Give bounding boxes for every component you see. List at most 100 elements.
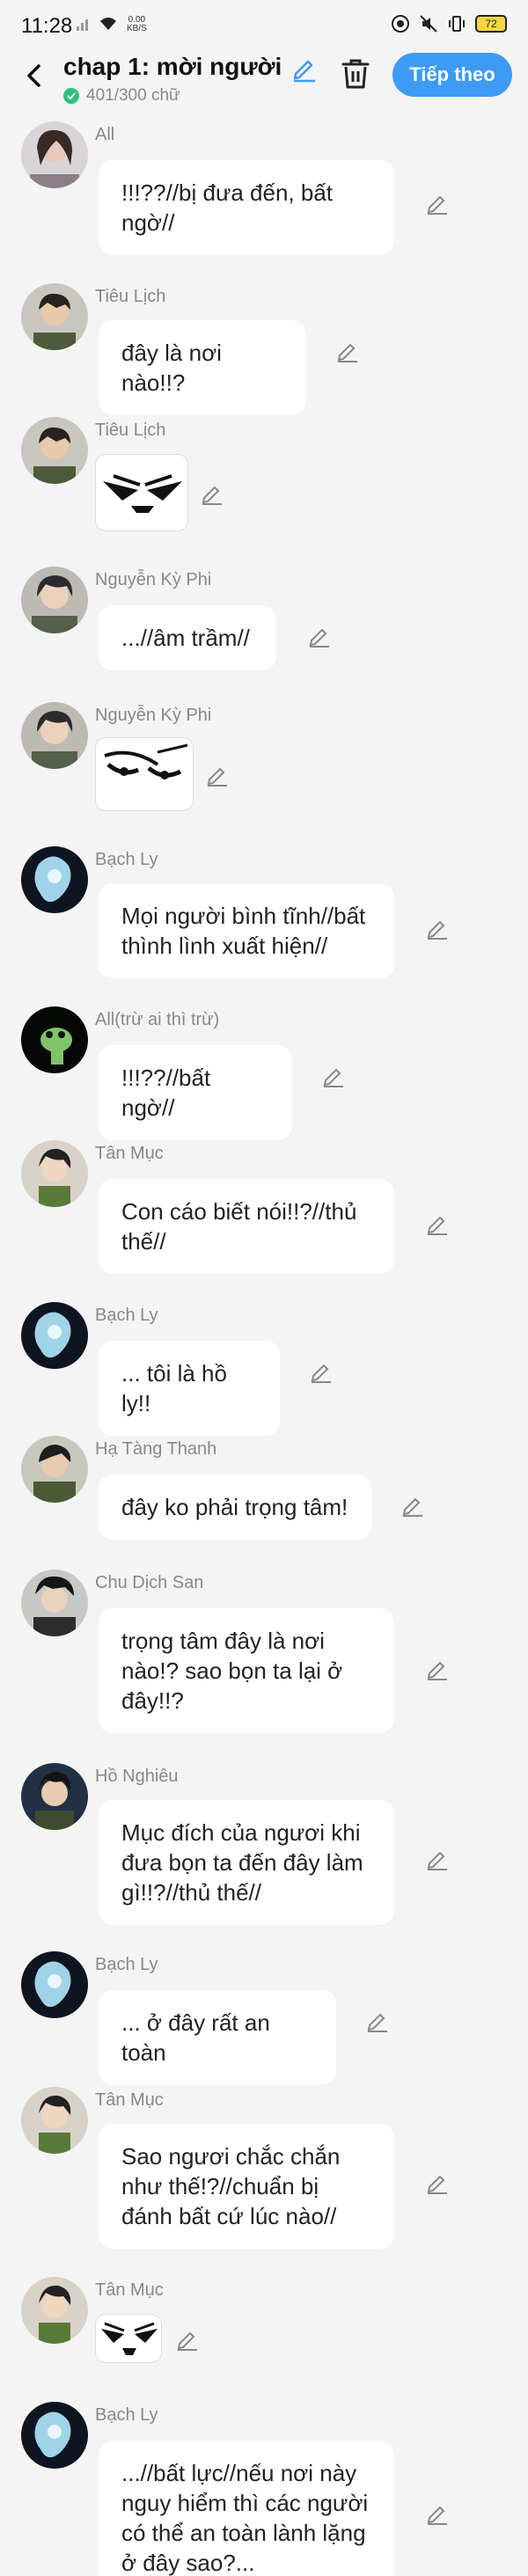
sender-name: Hồ Nghiêu <box>95 1767 179 1786</box>
pencil-icon <box>427 1661 447 1680</box>
edit-message-button[interactable] <box>400 1492 426 1519</box>
mute-icon <box>420 15 437 33</box>
message-bubble[interactable]: !!!??//bị đưa đến, bất ngờ// <box>99 160 394 255</box>
avatar[interactable] <box>21 567 88 633</box>
sender-name: Bạch Ly <box>95 850 158 869</box>
net-speed: 0.00 KB/S <box>127 15 147 33</box>
pencil-icon <box>293 60 315 83</box>
message-bubble[interactable]: !!!??//bất ngờ// <box>99 1045 292 1140</box>
message-bubble[interactable]: ... ở đây rất an toàn <box>99 1990 336 2085</box>
next-button[interactable]: Tiếp theo <box>392 53 512 97</box>
sender-name: Tiêu Lịch <box>95 421 166 440</box>
anime-eyes-sticker <box>103 474 182 513</box>
avatar[interactable] <box>21 1140 88 1207</box>
message-bubble[interactable]: Sao ngươi chắc chắn như thế!?//chuẩn bị … <box>99 2124 394 2249</box>
pencil-icon <box>337 343 357 362</box>
avatar[interactable] <box>21 121 88 188</box>
word-count-text: 401/300 chữ <box>86 86 180 105</box>
avatar[interactable] <box>21 1436 88 1503</box>
sender-name: Bạch Ly <box>95 1955 158 1974</box>
pencil-icon <box>323 1068 343 1087</box>
edit-message-button[interactable] <box>320 1063 347 1089</box>
sender-name: All <box>95 125 115 144</box>
chapter-title: chap 1: mời người ... <box>63 53 288 80</box>
sender-name: Bạch Ly <box>95 2405 158 2425</box>
trash-icon <box>341 59 370 89</box>
status-time: 11:28 <box>21 14 73 38</box>
message-bubble[interactable]: Mục đích của ngươi khi đưa bọn ta đến đâ… <box>99 1800 394 1925</box>
back-button[interactable] <box>19 58 48 93</box>
pencil-icon <box>427 2506 447 2525</box>
avatar[interactable] <box>21 417 88 484</box>
sender-name: Nguyễn Kỳ Phi <box>95 570 212 589</box>
edit-message-button[interactable] <box>424 190 451 216</box>
battery-indicator: 72 <box>475 15 507 33</box>
edit-message-button[interactable] <box>306 623 333 649</box>
edit-message-button[interactable] <box>424 1211 451 1237</box>
avatar[interactable] <box>21 2402 88 2469</box>
edit-message-button[interactable] <box>199 480 225 507</box>
status-bar: 11:28 0.00 KB/S 72 <box>0 0 528 53</box>
message-bubble[interactable]: Mọi người bình tĩnh//bất thình lình xuất… <box>99 883 394 978</box>
editor-header: chap 1: mời người ... 401/300 chữ Tiếp t… <box>0 46 528 106</box>
edit-message-button[interactable] <box>424 2500 451 2527</box>
edit-message-button[interactable] <box>334 338 361 364</box>
avatar[interactable] <box>21 2277 88 2344</box>
message-bubble[interactable]: trọng tâm đây là nơi nào!? sao bọn ta lạ… <box>99 1608 394 1733</box>
edit-message-button[interactable] <box>424 2170 451 2196</box>
pencil-icon <box>207 767 227 787</box>
avatar[interactable] <box>21 1951 88 2018</box>
avatar[interactable] <box>21 1763 88 1830</box>
sender-name: Hạ Tàng Thanh <box>95 1439 217 1459</box>
message-bubble[interactable]: đây là nơi nào!!? <box>99 320 306 415</box>
pencil-icon <box>202 486 222 505</box>
pencil-icon <box>427 920 447 940</box>
message-bubble[interactable]: ... tôi là hồ ly!! <box>99 1341 280 1436</box>
message-bubble[interactable]: ...//bất lực//nếu nơi này nguy hiểm thì … <box>99 2441 394 2576</box>
edit-message-button[interactable] <box>364 2008 391 2034</box>
edit-message-button[interactable] <box>424 1846 451 1872</box>
sticker-image[interactable] <box>95 2314 162 2363</box>
vibrate-icon <box>449 16 465 32</box>
pencil-icon <box>177 2331 197 2351</box>
avatar[interactable] <box>21 1570 88 1636</box>
avatar[interactable] <box>21 2087 88 2154</box>
pencil-icon <box>427 1851 447 1870</box>
anime-eyes-sticker <box>104 743 188 779</box>
anime-eyes-sticker <box>101 2322 158 2355</box>
pencil-icon <box>427 1216 447 1235</box>
sender-name: Chu Dịch San <box>95 1573 204 1592</box>
pencil-icon <box>367 2013 387 2032</box>
edit-message-button[interactable] <box>308 1358 334 1385</box>
edit-message-button[interactable] <box>174 2326 201 2353</box>
avatar[interactable] <box>21 702 88 769</box>
message-bubble[interactable]: Con cáo biết nói!!?//thủ thế// <box>99 1179 394 1274</box>
chevron-left-icon <box>27 64 40 87</box>
word-count: 401/300 chữ <box>63 86 180 106</box>
avatar[interactable] <box>21 283 88 350</box>
avatar[interactable] <box>21 1302 88 1369</box>
pencil-icon <box>309 628 329 648</box>
sender-name: Tiêu Lịch <box>95 287 166 306</box>
avatar[interactable] <box>21 846 88 913</box>
sender-name: All(trừ ai thì trừ) <box>95 1010 220 1029</box>
sender-name: Tân Mục <box>95 2090 164 2110</box>
edit-message-button[interactable] <box>424 1656 451 1682</box>
message-bubble[interactable]: ...//âm trầm// <box>99 605 276 670</box>
location-icon <box>392 15 409 33</box>
pencil-icon <box>402 1497 422 1517</box>
pencil-icon <box>427 2175 447 2194</box>
sticker-image[interactable] <box>95 737 194 811</box>
avatar[interactable] <box>21 1006 88 1073</box>
message-bubble[interactable]: đây ko phải trọng tâm! <box>99 1475 371 1540</box>
pencil-icon <box>427 195 447 215</box>
edit-title-button[interactable] <box>290 55 319 83</box>
edit-message-button[interactable] <box>204 762 231 788</box>
pencil-icon <box>311 1364 331 1383</box>
edit-message-button[interactable] <box>424 915 451 941</box>
sticker-image[interactable] <box>95 454 188 531</box>
sender-name: Tân Mục <box>95 2280 164 2300</box>
sender-name: Nguyễn Kỳ Phi <box>95 706 212 725</box>
signal-icon <box>77 19 88 31</box>
delete-button[interactable] <box>340 56 371 91</box>
